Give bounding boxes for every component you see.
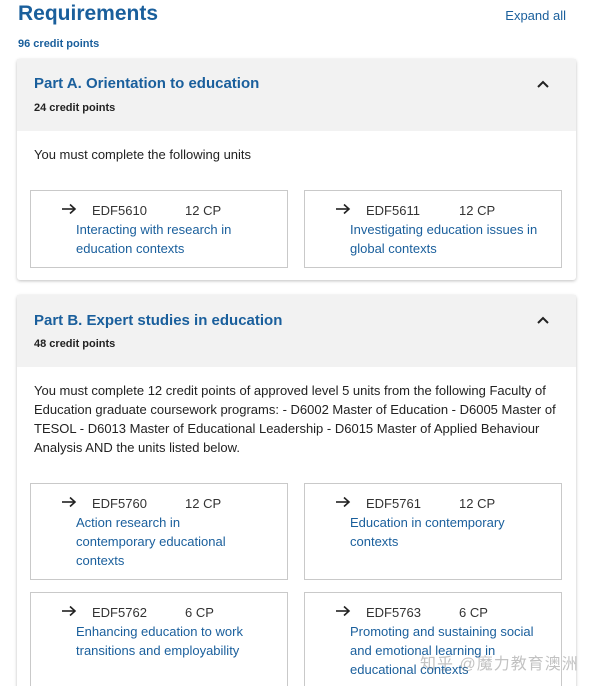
unit-credit-points: 12 CP <box>459 496 496 511</box>
arrow-right-icon <box>336 605 351 617</box>
section-description: You must complete 12 credit points of ap… <box>34 383 556 455</box>
unit-name-link[interactable]: Action research in contemporary educatio… <box>76 513 256 570</box>
chevron-up-icon[interactable] <box>536 313 550 327</box>
section-part-a: Part A. Orientation to education 24 cred… <box>17 59 576 280</box>
section-credit-points: 48 credit points <box>34 338 116 350</box>
unit-credit-points: 6 CP <box>459 605 488 620</box>
page-header: Requirements Expand all <box>18 0 578 30</box>
unit-credit-points: 12 CP <box>459 203 496 218</box>
unit-name-link[interactable]: Investigating education issues in global… <box>350 220 550 258</box>
watermark-text: 知乎 @魔力教育澳洲 <box>420 656 579 673</box>
arrow-right-icon <box>336 203 351 215</box>
unit-name-link[interactable]: Interacting with research in education c… <box>76 220 276 258</box>
arrow-right-icon <box>336 496 351 508</box>
section-title: Part A. Orientation to education <box>34 75 260 92</box>
unit-code: EDF5610 <box>92 203 147 218</box>
unit-credit-points: 6 CP <box>185 605 214 620</box>
unit-card-edf5610[interactable]: EDF5610 12 CP Interacting with research … <box>30 190 288 268</box>
unit-code: EDF5763 <box>366 605 421 620</box>
unit-code: EDF5760 <box>92 496 147 511</box>
unit-code: EDF5761 <box>366 496 421 511</box>
unit-code: EDF5611 <box>366 203 420 218</box>
section-description: You must complete the following units <box>34 147 252 162</box>
unit-card-edf5611[interactable]: EDF5611 12 CP Investigating education is… <box>304 190 562 268</box>
section-part-b: Part B. Expert studies in education 48 c… <box>17 295 576 686</box>
arrow-right-icon <box>62 605 77 617</box>
section-header[interactable]: Part B. Expert studies in education 48 c… <box>17 295 576 367</box>
unit-card-edf5762[interactable]: EDF5762 6 CP Enhancing education to work… <box>30 592 288 686</box>
section-credit-points: 24 credit points <box>34 102 116 114</box>
unit-name-link[interactable]: Enhancing education to work transitions … <box>76 622 276 660</box>
chevron-up-icon[interactable] <box>536 77 550 91</box>
expand-all-link[interactable]: Expand all <box>505 8 566 23</box>
unit-code: EDF5762 <box>92 605 147 620</box>
unit-card-edf5761[interactable]: EDF5761 12 CP Education in contemporary … <box>304 483 562 580</box>
section-title: Part B. Expert studies in education <box>34 312 283 329</box>
arrow-right-icon <box>62 203 77 215</box>
unit-credit-points: 12 CP <box>185 496 222 511</box>
unit-name-link[interactable]: Education in contemporary contexts <box>350 513 530 551</box>
page-title: Requirements <box>18 2 159 25</box>
arrow-right-icon <box>62 496 77 508</box>
unit-credit-points: 12 CP <box>185 203 222 218</box>
total-credit-points: 96 credit points <box>18 38 100 50</box>
unit-card-edf5760[interactable]: EDF5760 12 CP Action research in contemp… <box>30 483 288 580</box>
section-header[interactable]: Part A. Orientation to education 24 cred… <box>17 59 576 131</box>
